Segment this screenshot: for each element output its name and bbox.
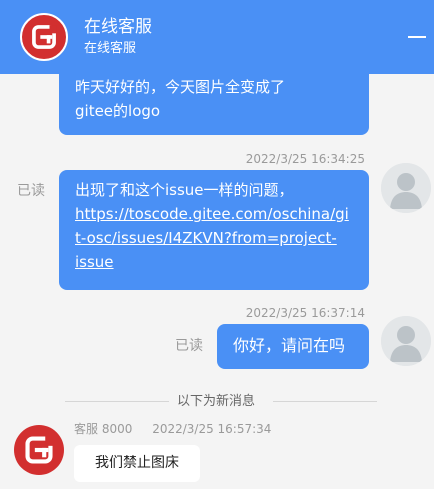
message-bubble: 你好，请问在吗 [217, 324, 369, 369]
chat-window: 在线客服 在线客服 昨天好好的，今天图片全变成了 gitee的logo 2022… [0, 0, 434, 489]
message-timestamp: 2022/3/25 16:34:25 [245, 152, 365, 166]
divider-label: 以下为新消息 [177, 394, 256, 409]
minimize-icon[interactable] [406, 22, 428, 44]
agent-message-bubble: 我们禁止图床 [74, 445, 200, 482]
message-timestamp: 2022/3/25 16:37:14 [245, 306, 365, 320]
header-title: 在线客服 [84, 17, 152, 37]
message-bubble: 昨天好好的，今天图片全变成了 gitee的logo [59, 66, 369, 135]
user-avatar-icon [381, 316, 431, 366]
read-status: 已读 [17, 183, 45, 199]
chat-header: 在线客服 在线客服 [0, 0, 434, 74]
read-status: 已读 [175, 338, 203, 354]
header-subtitle: 在线客服 [84, 41, 137, 56]
agent-timestamp: 2022/3/25 16:57:34 [152, 422, 272, 436]
user-avatar-icon [381, 163, 431, 213]
gitee-logo-icon [20, 13, 68, 61]
message-text: 昨天好好的，今天图片全变成了 [75, 78, 286, 96]
divider-line [273, 401, 377, 402]
divider-line [65, 401, 169, 402]
message-text: 你好，请问在吗 [233, 336, 346, 355]
new-messages-divider: 以下为新消息 [65, 393, 377, 411]
agent-name: 客服 8000 [74, 422, 133, 436]
issue-link[interactable]: issue [75, 250, 353, 274]
agent-meta: 客服 8000 2022/3/25 16:57:34 [74, 421, 271, 437]
issue-link[interactable]: https://toscode.gitee.com/oschina/gi [75, 202, 353, 226]
message-text: 出现了和这个issue一样的问题， [75, 181, 294, 199]
issue-link[interactable]: t-osc/issues/I4ZKVN?from=project- [75, 226, 353, 250]
agent-avatar-icon [14, 425, 64, 475]
message-bubble: 出现了和这个issue一样的问题， https://toscode.gitee.… [59, 170, 369, 290]
message-text: gitee的logo [75, 102, 161, 120]
